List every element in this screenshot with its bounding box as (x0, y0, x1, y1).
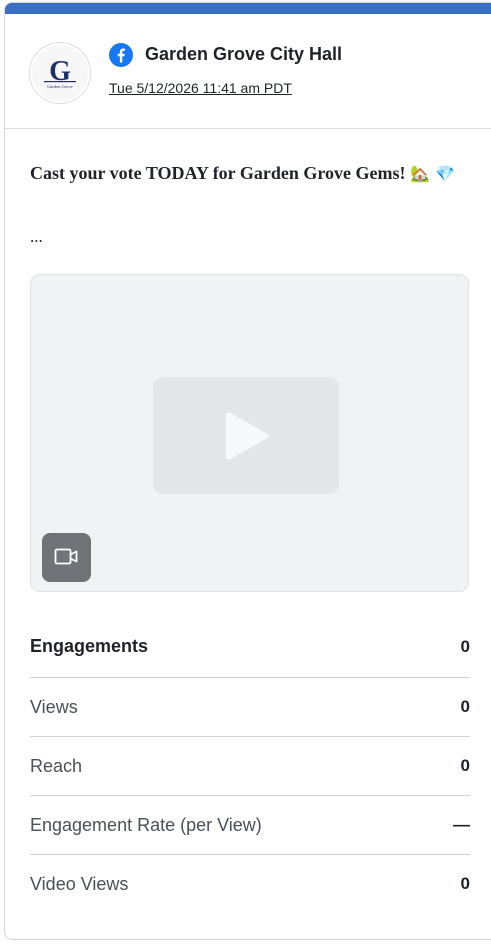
account-name[interactable]: Garden Grove City Hall (145, 44, 342, 65)
avatar[interactable]: G Garden Grove (29, 42, 91, 104)
logo-letter: G (49, 56, 71, 87)
post-card: G Garden Grove Garden Grove City Hall Tu… (4, 2, 491, 940)
see-more-link[interactable]: ... (30, 227, 43, 247)
metric-value: 0 (460, 697, 470, 716)
metric-value: 0 (460, 756, 470, 775)
metric-engagements: Engagements 0 (30, 616, 470, 678)
metric-video-views: Video Views 0 (30, 855, 470, 913)
metrics-list: Engagements 0 Views 0 Reach 0 Engagement… (30, 616, 470, 913)
metric-label: Engagement Rate (per View) (30, 814, 262, 835)
post-text-body: Cast your vote TODAY for Garden Grove Ge… (30, 163, 406, 183)
post-emojis: 🏡 💎 (410, 164, 455, 183)
play-icon (226, 412, 269, 460)
logo-text: Garden Grove (47, 84, 73, 89)
facebook-icon (109, 43, 133, 67)
metric-views: Views 0 (30, 678, 470, 737)
post-header: G Garden Grove Garden Grove City Hall Tu… (5, 14, 491, 129)
metric-label: Reach (30, 755, 83, 776)
metric-reach: Reach 0 (30, 737, 470, 796)
post-text: Cast your vote TODAY for Garden Grove Ge… (30, 157, 475, 190)
metric-value: — (453, 815, 470, 834)
video-preview[interactable] (30, 274, 469, 592)
video-type-badge (42, 533, 91, 582)
metric-label: Engagements (30, 636, 149, 656)
post-timestamp-link[interactable]: Tue 5/12/2026 11:41 am PDT (109, 80, 292, 96)
metric-label: Views (30, 696, 78, 717)
metric-engagement-rate: Engagement Rate (per View) — (30, 796, 470, 855)
metric-value: 0 (460, 874, 470, 893)
network-accent-bar (5, 3, 491, 14)
garden-grove-logo-icon: G Garden Grove (32, 45, 88, 101)
play-button[interactable] (153, 377, 339, 494)
metric-label: Video Views (30, 873, 129, 894)
video-camera-icon (54, 548, 78, 565)
metric-value: 0 (460, 636, 470, 656)
